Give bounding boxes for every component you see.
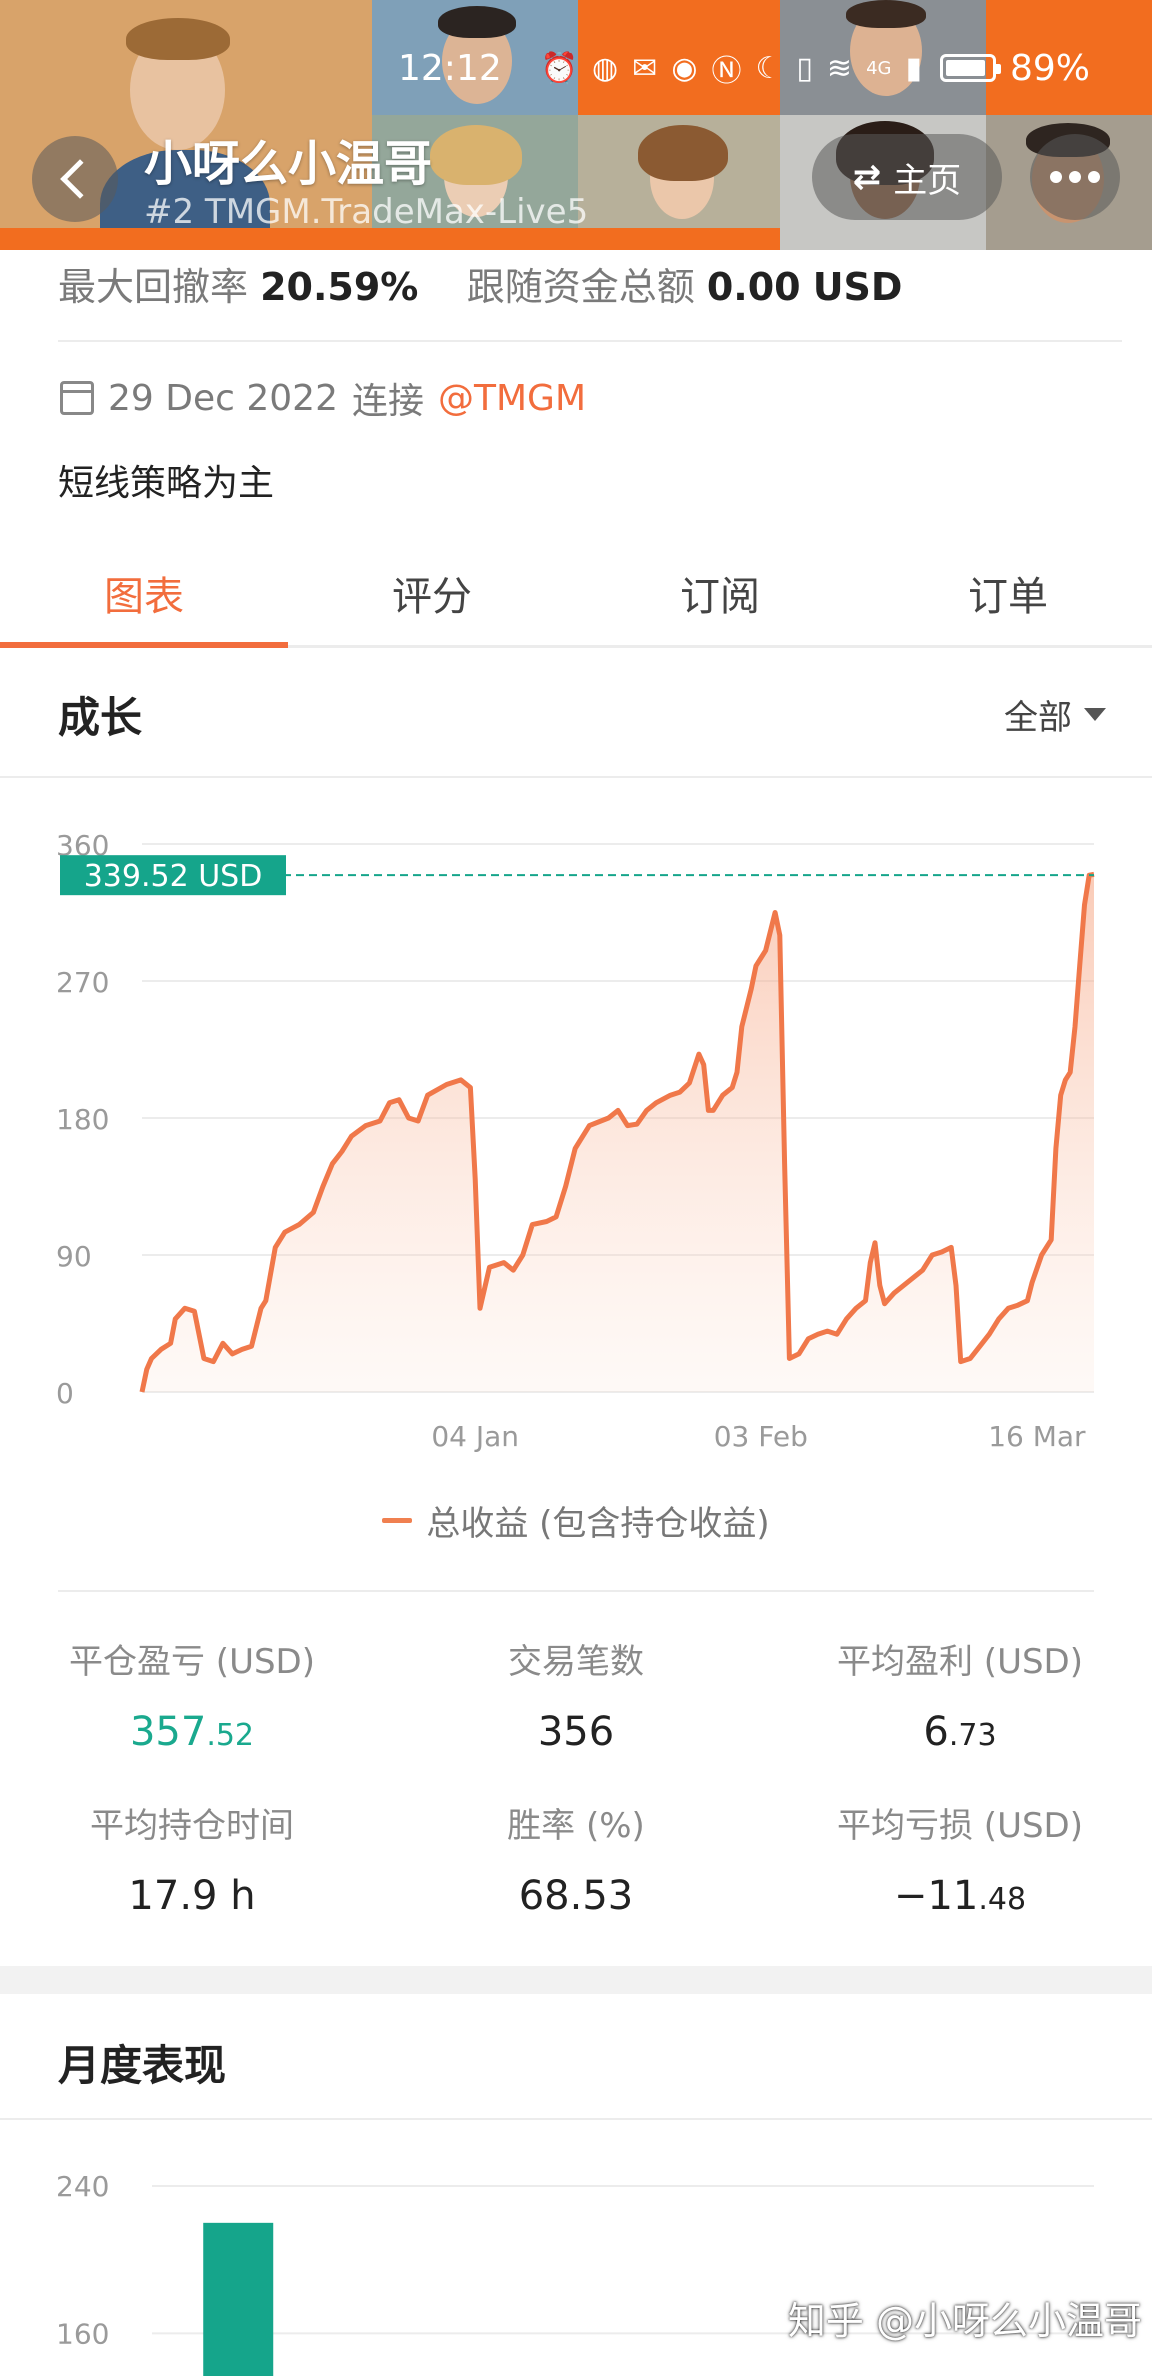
tab-bar: 图表 评分 订阅 订单 [0,540,1152,648]
max-drawdown-label: 最大回撤率 [58,265,249,309]
watermark: 知乎 @小呀么小温哥 [787,2299,1142,2343]
connect-label: 连接 [351,381,424,422]
metric-label: 交易笔数 [508,1642,644,1682]
status-time: 12:12 [398,47,502,89]
metric-value: 6.73 [923,1709,997,1755]
metric-value: 17.9 h [128,1873,256,1919]
calendar-icon [60,381,94,415]
tab-rating[interactable]: 评分 [288,540,576,645]
strategy-description: 短线策略为主 [58,463,275,504]
metric-item: 平均盈利 (USD) 6.73 [768,1634,1152,1755]
y-tick-label: 180 [56,1103,109,1136]
wifi-icon: ≋ [826,50,853,86]
x-tick-label: 16 Mar [988,1420,1086,1453]
metric-value: 357.52 [129,1709,255,1755]
divider [58,1590,1094,1592]
back-button[interactable] [32,136,118,222]
divider [0,2118,1152,2120]
wechat-icon: ◍ [591,50,619,86]
divider [58,340,1122,342]
y-tick-label: 240 [56,2170,109,2203]
range-value: 全部 [1004,698,1072,738]
growth-area [142,874,1094,1392]
follow-funds-unit: USD [812,265,903,309]
account-subtitle: #2 TMGM.TradeMax-Live5 [144,192,589,232]
cell-signal-icon: ▮ [905,50,922,86]
status-icons: ⏰ ◍ ✉ ◉ Ⓝ ☾ ▯ ≋ 4G ▮ 89% [541,40,1090,96]
connect-info: 29 Dec 2022 连接 @TMGM [60,372,586,424]
metric-item: 胜率 (%) 68.53 [384,1798,768,1919]
tab-chart[interactable]: 图表 [0,540,288,648]
metric-value: −11.48 [893,1873,1027,1919]
cover-photo [578,115,780,228]
current-value-label: 339.52 USD [84,859,263,894]
summary-stats: 最大回撤率 20.59% 跟随资金总额 0.00 USD [58,256,902,311]
metric-value: 356 [537,1709,615,1755]
broker-link[interactable]: @TMGM [438,378,586,419]
vibrate-icon: ▯ [796,50,813,86]
y-tick-label: 270 [56,966,109,999]
section-gap [0,1966,1152,1994]
max-drawdown-value: 20.59% [260,265,419,309]
metric-label: 胜率 (%) [507,1806,645,1846]
divider [0,776,1152,778]
follow-funds-label: 跟随资金总额 [466,265,695,309]
metric-item: 平仓盈亏 (USD) 357.52 [0,1634,384,1755]
metric-item: 平均持仓时间 17.9 h [0,1798,384,1919]
legend-label: 总收益 (包含持仓收益) [426,1504,770,1544]
y-tick-label: 90 [56,1240,92,1273]
battery-icon [939,54,1001,82]
signal-icon: 4G [866,57,892,79]
metric-label: 平仓盈亏 (USD) [69,1642,315,1682]
tab-orders[interactable]: 订单 [864,540,1152,645]
metric-value: 68.53 [518,1873,634,1919]
growth-title: 成长 [58,693,143,742]
metric-label: 平均盈利 (USD) [837,1642,1083,1682]
battery-percent: 89% [1009,47,1090,89]
y-tick-label: 160 [56,2317,109,2350]
mail-icon: ✉ [632,50,658,86]
range-dropdown[interactable]: 全部 [1004,690,1106,739]
swap-icon: ⇄ [852,157,882,197]
tab-subscribe[interactable]: 订阅 [576,540,864,645]
y-tick-label: 0 [56,1377,74,1410]
legend-line-icon [382,1518,413,1523]
more-dots-icon [1050,171,1062,183]
growth-chart: 09018027036004 Jan 03 Feb 16 Mar339.52 USD [56,829,1095,1453]
follow-funds-value: 0.00 [706,265,801,309]
metric-item: 交易笔数 356 [384,1634,768,1755]
alarm-icon: ⏰ [540,50,578,86]
chart-legend: 总收益 (包含持仓收益) [0,1496,1152,1545]
metric-label: 平均亏损 (USD) [837,1806,1083,1846]
metric-item: 平均亏损 (USD) −11.48 [768,1798,1152,1919]
x-tick-label: 03 Feb [714,1420,808,1453]
x-tick-label: 04 Jan [431,1420,519,1453]
metric-value-decimals: .52 [206,1718,255,1753]
metric-value-decimals: .73 [948,1718,997,1753]
back-arrow-icon [60,159,100,199]
eye-icon: ◉ [671,50,698,86]
profile-header: 12:12 ⏰ ◍ ✉ ◉ Ⓝ ☾ ▯ ≋ 4G ▮ 89% 小呀么小温哥 #2… [0,0,1152,250]
connect-date: 29 Dec 2022 [108,377,338,419]
metric-value-decimals: .48 [978,1882,1027,1917]
monthly-title: 月度表现 [58,2041,227,2090]
home-button[interactable]: ⇄ 主页 [812,134,1002,220]
nfc-icon: Ⓝ [711,54,742,89]
home-label: 主页 [893,160,962,201]
month-bar [203,2222,274,2376]
moon-icon: ☾ [755,50,783,86]
metric-label: 平均持仓时间 [90,1806,294,1846]
page-title: 小呀么小温哥 [144,136,433,192]
chevron-down-icon [1084,708,1106,721]
more-button[interactable] [1030,134,1120,220]
